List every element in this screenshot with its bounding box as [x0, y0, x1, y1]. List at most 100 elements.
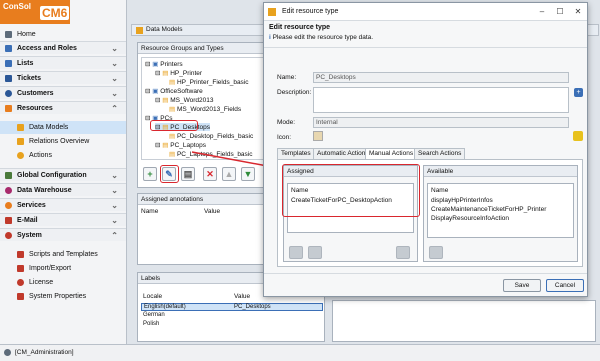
system-properties-icon	[17, 293, 24, 300]
table-row[interactable]: English(default) PC_Desktops	[141, 303, 323, 311]
move-down-button[interactable]	[308, 246, 322, 259]
chevron-down-icon: ⌄	[111, 59, 118, 68]
cell-locale: German	[143, 312, 165, 318]
sidebar-item-scripts[interactable]: Scripts and Templates	[0, 248, 126, 261]
logo-line2: CM6	[40, 6, 70, 20]
tree-node[interactable]: ⊟ ▤ HP_Printer	[155, 69, 202, 77]
page-title: Data Models	[146, 26, 183, 33]
divider	[264, 273, 587, 274]
name-field[interactable]: PC_Desktops	[313, 72, 569, 83]
sidebar-section-email[interactable]: E-Mail ⌄	[0, 213, 126, 226]
tab-automatic-actions[interactable]: Automatic Actions	[313, 148, 373, 159]
move-right-button[interactable]	[396, 246, 410, 259]
available-list[interactable]: Name displayHpPrinterInfos CreateMainten…	[427, 183, 574, 238]
services-icon	[5, 201, 12, 209]
sidebar-item-license[interactable]: License	[0, 276, 126, 289]
tab-templates[interactable]: Templates	[277, 148, 315, 159]
sidebar-item-label: System Properties	[29, 293, 87, 300]
tree-node[interactable]: ▤ PC_Desktop_Fields_basic	[169, 132, 253, 140]
name-label: Name:	[277, 74, 297, 81]
sidebar-section-label: Global Configuration	[17, 171, 87, 179]
sidebar-item-label: Relations Overview	[29, 138, 90, 145]
sidebar-item-label: Actions	[29, 152, 52, 159]
highlight-box	[160, 165, 179, 183]
list-item[interactable]: CreateMaintenanceTicketForHP_Printer	[431, 206, 546, 213]
move-up-button[interactable]	[289, 246, 303, 259]
chevron-down-icon: ⌄	[111, 74, 118, 83]
chevron-down-icon: ⌄	[111, 216, 118, 225]
cell-locale: Polish	[143, 321, 160, 327]
tree-node[interactable]: ▤ MS_Word2013_Fields	[169, 105, 241, 113]
description-label: Description:	[277, 89, 312, 96]
data-models-icon	[17, 124, 24, 131]
sidebar-section-label: Access and Roles	[17, 44, 77, 52]
sidebar-item-import-export[interactable]: Import/Export	[0, 262, 126, 275]
tree-node[interactable]: ▤ HP_Printer_Fields_basic	[169, 78, 249, 86]
info-icon: i	[269, 34, 271, 41]
sidebar-item-data-models[interactable]: Data Models	[0, 121, 126, 134]
dialog-titlebar: Edit resource type – ☐ ✕	[264, 3, 587, 21]
tab-manual-actions[interactable]: Manual Actions	[365, 148, 418, 159]
chevron-down-icon: ⌄	[111, 201, 118, 210]
sidebar-item-actions[interactable]: Actions	[0, 149, 126, 162]
available-title: Available	[424, 166, 577, 177]
sidebar-section-lists[interactable]: Lists ⌄	[0, 56, 126, 69]
icon-label: Icon:	[277, 134, 292, 141]
edit-resource-type-dialog: Edit resource type – ☐ ✕ Edit resource t…	[263, 2, 588, 297]
license-icon	[17, 279, 24, 286]
minimize-icon[interactable]: –	[533, 3, 551, 20]
sidebar-item-home[interactable]: Home	[0, 28, 126, 41]
sidebar-section-label: Lists	[17, 59, 34, 67]
sidebar-item-label: Import/Export	[29, 265, 72, 272]
move-left-button[interactable]	[429, 246, 443, 259]
cancel-button[interactable]: Cancel	[546, 279, 584, 292]
sidebar-section-access[interactable]: Access and Roles ⌄	[0, 41, 126, 54]
table-row[interactable]: Polish	[141, 321, 323, 329]
description-field[interactable]	[313, 87, 569, 113]
dialog-title: Edit resource type	[282, 8, 339, 15]
highlight-box	[282, 164, 420, 217]
list-item[interactable]: displayHpPrinterInfos	[431, 197, 493, 204]
dialog-heading: Edit resource type	[269, 24, 331, 31]
import-export-icon	[17, 265, 24, 272]
relations-icon	[17, 138, 24, 145]
translate-icon[interactable]: +	[574, 88, 583, 97]
tree-node[interactable]: ⊟ ▤ MS_Word2013	[155, 96, 213, 104]
col-header-name: Name	[141, 208, 159, 215]
add-button[interactable]: +	[143, 167, 157, 181]
cell-value: PC_Desktops	[234, 304, 271, 310]
sidebar-section-data-warehouse[interactable]: Data Warehouse ⌄	[0, 183, 126, 196]
email-icon	[5, 216, 12, 224]
sidebar-item-system-properties[interactable]: System Properties	[0, 290, 126, 303]
close-icon[interactable]: ✕	[569, 3, 587, 20]
current-user: [CM_Administration]	[15, 349, 74, 356]
lists-icon	[5, 59, 12, 67]
sidebar-section-customers[interactable]: Customers ⌄	[0, 86, 126, 99]
chevron-down-icon: ⌄	[111, 186, 118, 195]
highlight-box	[150, 120, 198, 131]
chevron-down-icon: ⌄	[111, 44, 118, 53]
sidebar-section-label: Customers	[17, 89, 54, 97]
sidebar-section-tickets[interactable]: Tickets ⌄	[0, 71, 126, 84]
sidebar-section-label: Data Warehouse	[17, 186, 72, 194]
sidebar-section-resources[interactable]: Resources ⌃	[0, 101, 126, 114]
tree-node[interactable]: ⊟ ▣ OfficeSoftware	[145, 87, 203, 95]
dialog-info-text: Please edit the resource type data.	[272, 34, 374, 41]
maximize-icon[interactable]: ☐	[551, 3, 569, 20]
divider	[264, 47, 587, 48]
sidebar-section-services[interactable]: Services ⌄	[0, 198, 126, 211]
tree-node[interactable]: ⊟ ▣ Printers	[145, 60, 183, 68]
home-icon	[5, 31, 12, 38]
mode-select[interactable]: Internal	[313, 117, 569, 128]
sidebar-item-relations[interactable]: Relations Overview	[0, 135, 126, 148]
tab-search-actions[interactable]: Search Actions	[414, 148, 466, 159]
table-row[interactable]: German	[141, 312, 323, 320]
save-button[interactable]: Save	[503, 279, 541, 292]
choose-icon-button[interactable]	[573, 131, 583, 141]
sidebar-section-system[interactable]: System ⌃	[0, 228, 126, 241]
sidebar-section-global-config[interactable]: Global Configuration ⌄	[0, 168, 126, 181]
list-item[interactable]: DisplayResourceInfoAction	[431, 215, 509, 222]
chevron-down-icon: ⌄	[111, 89, 118, 98]
col-header-value: Value	[234, 293, 251, 300]
available-col-header: Name	[431, 187, 449, 194]
